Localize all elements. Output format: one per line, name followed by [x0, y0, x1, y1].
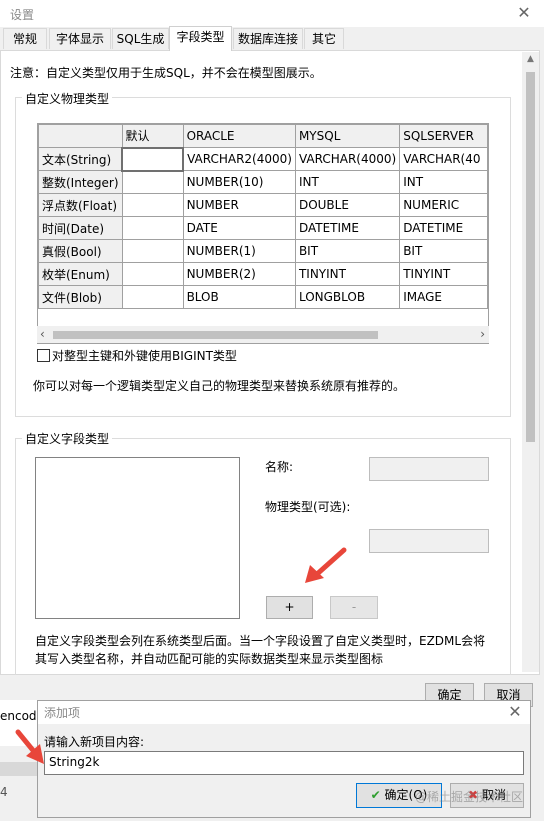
row-header: 整数(Integer)	[38, 170, 123, 194]
tab-field-types[interactable]: 字段类型	[169, 26, 232, 51]
bigint-checkbox-label[interactable]: 对整型主键和外键使用BIGINT类型	[52, 347, 237, 364]
grid-cell[interactable]: VARCHAR2(4000)	[182, 147, 296, 171]
row-header: 真假(Bool)	[38, 239, 123, 263]
scroll-left-arrow-icon[interactable]: ‹	[40, 327, 45, 341]
grid-cell[interactable]: IMAGE	[399, 285, 488, 309]
dialog-title: 添加项	[44, 706, 81, 720]
grid-cell[interactable]: VARCHAR(40	[399, 147, 488, 171]
tab-database-connection[interactable]: 数据库连接	[233, 28, 303, 49]
grid-cell[interactable]: INT	[399, 170, 488, 194]
annotation-arrow-icon	[15, 729, 44, 764]
background-digit: 4	[0, 785, 8, 799]
name-field[interactable]	[369, 457, 489, 481]
grid-cell[interactable]: DOUBLE	[294, 193, 401, 217]
tab-other[interactable]: 其它	[304, 28, 344, 49]
row-header: 文本(String)	[38, 147, 123, 171]
grid-row[interactable]: 时间(Date) DATE DATETIME DATETIME	[38, 216, 488, 240]
scroll-thumb[interactable]	[526, 72, 535, 442]
tab-general[interactable]: 常规	[3, 28, 47, 49]
grid-row[interactable]: 整数(Integer) NUMBER(10) INT INT	[38, 170, 488, 194]
grid-header-mysql: MYSQL	[294, 124, 401, 148]
remove-type-button[interactable]: -	[330, 596, 378, 619]
grid-cell[interactable]: DATETIME	[399, 216, 488, 240]
new-item-input[interactable]: String2k	[44, 751, 524, 775]
grid-row[interactable]: 真假(Bool) NUMBER(1) BIT BIT	[38, 239, 488, 263]
field-type-group-label: 自定义字段类型	[22, 430, 113, 447]
grid-cell[interactable]: VARCHAR(4000)	[294, 147, 401, 171]
background-text: encod	[0, 709, 37, 723]
physical-type-label: 物理类型(可选):	[265, 500, 351, 514]
grid-cell[interactable]: TINYINT	[294, 262, 401, 286]
tab-sql-generation[interactable]: SQL生成	[112, 28, 169, 49]
grid-cell[interactable]: DATE	[182, 216, 296, 240]
scroll-up-arrow-icon[interactable]: ▲	[522, 54, 539, 68]
bigint-checkbox[interactable]	[37, 349, 50, 362]
grid-header-default: 默认	[121, 124, 184, 148]
row-header: 文件(Blob)	[38, 285, 123, 309]
window-title: 设置	[10, 8, 35, 22]
physical-type-field[interactable]	[369, 529, 489, 553]
scroll-right-arrow-icon[interactable]: ›	[480, 327, 485, 341]
grid-cell[interactable]: BIT	[294, 239, 401, 263]
grid-cell[interactable]: INT	[294, 170, 401, 194]
grid-cell[interactable]: BIT	[399, 239, 488, 263]
grid-cell[interactable]: TINYINT	[399, 262, 488, 286]
dialog-close-button[interactable]: ✕	[505, 703, 525, 721]
dialog-title-bar	[38, 701, 530, 724]
grid-cell[interactable]: NUMBER	[182, 193, 296, 217]
field-type-description: 自定义字段类型会列在系统类型后面。当一个字段设置了自定义类型时，EZDML会将其…	[35, 634, 486, 666]
watermark: @稀土掘金技术社区	[415, 790, 524, 804]
grid-row[interactable]: 文件(Blob) BLOB LONGBLOB IMAGE	[38, 285, 488, 309]
grid-cell[interactable]	[121, 170, 184, 194]
window-title-bar	[0, 0, 544, 27]
grid-cell[interactable]	[121, 239, 184, 263]
grid-cell[interactable]	[121, 216, 184, 240]
row-header: 枚举(Enum)	[38, 262, 123, 286]
annotation-arrow-icon	[305, 547, 347, 583]
grid-cell[interactable]: NUMERIC	[399, 193, 488, 217]
row-header: 时间(Date)	[38, 216, 123, 240]
grid-cell-selected[interactable]	[121, 146, 185, 172]
physical-type-group-label: 自定义物理类型	[22, 90, 113, 107]
dialog-prompt: 请输入新项目内容:	[44, 735, 145, 749]
grid-cell[interactable]: NUMBER(10)	[182, 170, 296, 194]
grid-cell[interactable]: BLOB	[182, 285, 296, 309]
grid-cell[interactable]: NUMBER(1)	[182, 239, 296, 263]
physical-type-grid[interactable]: 默认 ORACLE MYSQL SQLSERVER 文本(String) VAR…	[37, 123, 489, 344]
grid-header-corner	[38, 124, 123, 148]
grid-header-sqlserver: SQLSERVER	[399, 124, 488, 148]
grid-cell[interactable]: LONGBLOB	[294, 285, 401, 309]
grid-horizontal-scrollbar[interactable]: ‹ ›	[37, 326, 489, 343]
grid-row[interactable]: 枚举(Enum) NUMBER(2) TINYINT TINYINT	[38, 262, 488, 286]
grid-cell[interactable]	[121, 193, 184, 217]
grid-cell[interactable]	[121, 285, 184, 309]
grid-row[interactable]: 文本(String) VARCHAR2(4000) VARCHAR(4000) …	[38, 146, 488, 172]
name-label: 名称:	[265, 460, 294, 474]
grid-header-oracle: ORACLE	[182, 124, 296, 148]
grid-scroll-thumb[interactable]	[53, 331, 378, 339]
physical-type-hint: 你可以对每一个逻辑类型定义自己的物理类型来替换系统原有推荐的。	[33, 379, 406, 393]
row-header: 浮点数(Float)	[38, 193, 123, 217]
add-type-button[interactable]: +	[266, 596, 313, 619]
tab-font-display[interactable]: 字体显示	[49, 28, 111, 49]
grid-cell[interactable]: NUMBER(2)	[182, 262, 296, 286]
window-close-button[interactable]: ✕	[514, 4, 534, 22]
grid-header-row: 默认 ORACLE MYSQL SQLSERVER	[38, 124, 488, 148]
grid-cell[interactable]: DATETIME	[294, 216, 401, 240]
panel-vertical-scrollbar[interactable]: ▲	[522, 52, 539, 672]
grid-cell[interactable]	[121, 262, 184, 286]
check-icon: ✔	[370, 788, 381, 802]
notice-text: 注意：自定义类型仅用于生成SQL，并不会在模型图展示。	[10, 66, 322, 80]
grid-row[interactable]: 浮点数(Float) NUMBER DOUBLE NUMERIC	[38, 193, 488, 217]
field-type-list[interactable]	[35, 457, 240, 619]
